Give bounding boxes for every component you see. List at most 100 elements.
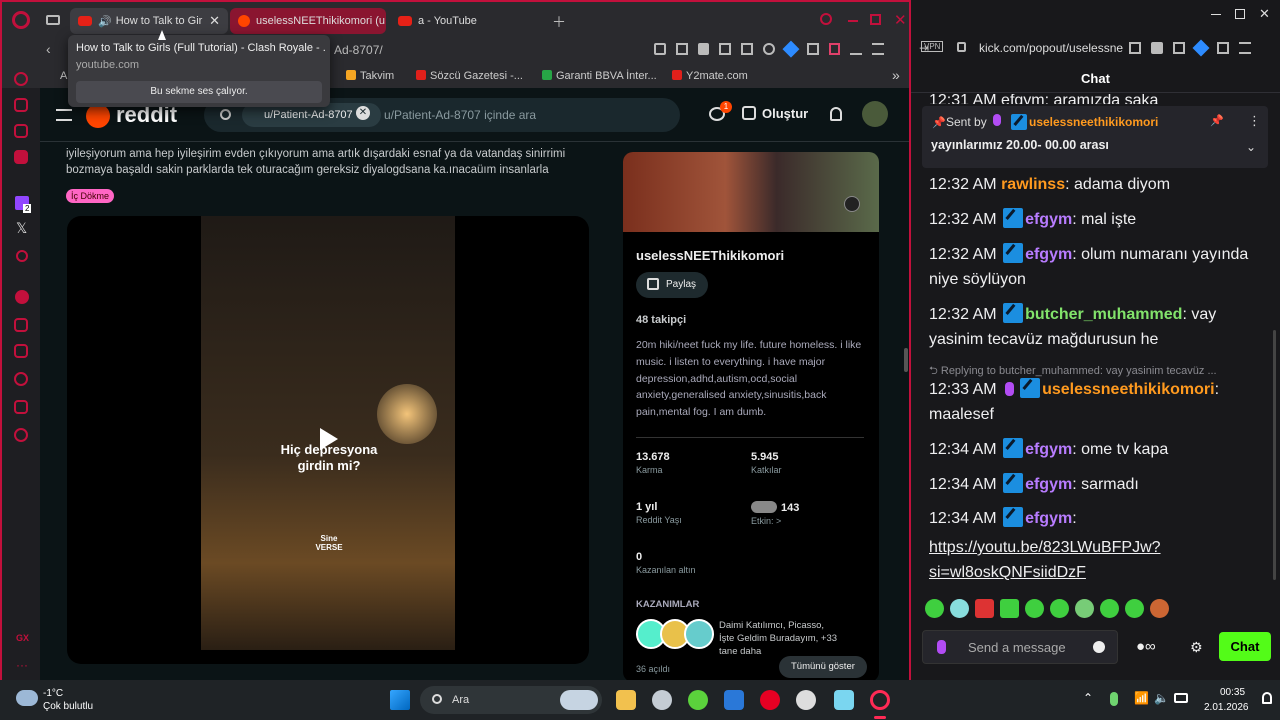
scrollbar[interactable] [904,348,908,372]
weather-temp[interactable]: -1°C [43,688,63,699]
mic-icon[interactable] [937,640,946,654]
bookmark-a[interactable]: A [60,70,67,82]
snapshot-icon[interactable] [675,43,688,55]
opera-logo[interactable] [12,11,30,29]
chat-send-button[interactable]: Chat [1219,632,1271,661]
file-explorer-icon[interactable] [616,690,636,710]
tab-youtube-2[interactable]: a - YouTube [390,8,540,34]
close-window-button[interactable]: ✕ [1259,6,1270,22]
bookmark-y2mate[interactable]: Y2mate.com [672,70,748,82]
avatar[interactable] [862,101,888,127]
new-tab-button[interactable]: ＋ [552,12,566,32]
shield-icon[interactable] [697,43,710,55]
notifications-icon[interactable] [1262,692,1272,704]
video-player[interactable]: Hiç depresyona girdin mi? Sine VERSE [67,216,589,664]
shield-icon[interactable] [1151,42,1163,54]
more-icon[interactable]: ··· [16,658,28,672]
play-icon[interactable] [1173,42,1185,54]
start-button[interactable] [390,690,410,710]
pin-sidebar-icon[interactable] [14,344,28,358]
history-icon[interactable] [14,372,28,386]
search-tabs-icon[interactable] [820,13,832,25]
chat-message[interactable]: 12:34 AM efgym: https://youtu.be/823LWuB… [929,506,1259,585]
wallet-sidebar-icon[interactable] [14,318,28,332]
followers-count[interactable]: 48 takipçi [636,314,686,326]
weather-desc[interactable]: Çok bulutlu [43,701,93,712]
chat-message[interactable]: 12:32 AM efgym: mal işte [929,207,1259,232]
clock-date[interactable]: 2.01.2026 [1204,702,1249,713]
chat-message[interactable]: 12:34 AM efgym: ome tv kapa [929,437,1259,462]
extensions-puzzle-icon[interactable] [14,400,28,414]
emote-icon[interactable] [1150,599,1169,618]
points-icon[interactable]: ●∞ [1136,638,1156,655]
tab-youtube-active[interactable]: 🔊 How to Talk to Girls ✕ [70,8,228,34]
pinterest-icon[interactable] [760,690,780,710]
show-all-button[interactable]: Tümünü göster [779,656,867,678]
chrome-icon[interactable] [796,690,816,710]
vpn-badge[interactable]: VPN [921,41,944,52]
x-icon[interactable]: 𝕏 [16,220,27,237]
translate-icon[interactable] [1129,42,1141,54]
speed-dial-icon[interactable] [14,72,28,86]
achievement-badges[interactable] [636,619,716,649]
message-link[interactable]: si=wl8oskQNFsiidDzF [929,560,1259,585]
more-bookmarks-icon[interactable]: » [892,67,900,83]
address-text[interactable]: Ad-8707/ [334,43,383,57]
expand-icon[interactable]: ⌄ [1246,140,1256,154]
message-user[interactable]: efgym [1025,246,1072,263]
chat-message[interactable]: 12:33 AM uselessneethikikomori: maalesef [929,377,1259,427]
opera-gx-icon[interactable] [870,690,890,710]
weather-icon[interactable] [16,690,38,706]
spotify-icon[interactable] [15,290,29,304]
close-tab-icon[interactable]: ✕ [209,13,220,29]
emote-icon[interactable] [1125,599,1144,618]
wifi-icon[interactable]: 📶 [1134,691,1149,705]
emote-icon[interactable] [1075,599,1094,618]
message-user[interactable]: butcher_muhammed [1025,306,1182,323]
extensions-icon[interactable] [1217,42,1229,54]
tab-reddit[interactable]: uselessNEEThikikomori (u [230,8,386,34]
diamond-icon[interactable] [782,40,800,58]
steam-icon[interactable] [652,690,672,710]
tray-overflow-icon[interactable]: ⌃ [1083,691,1093,705]
mail-icon[interactable] [724,690,744,710]
gx-icon[interactable]: GX [16,633,29,643]
pinned-message[interactable]: 📌 Sent by uselessneethikikomori 📌 ⋮ yayı… [922,106,1268,168]
game-app-icon[interactable] [688,690,708,710]
create-button[interactable]: Oluştur [742,106,808,121]
volume-icon[interactable]: 🔈 [1154,691,1169,705]
opera-small-icon[interactable] [16,250,28,262]
emote-icon[interactable] [975,599,994,618]
bookmark-garanti[interactable]: Garanti BBVA İnter... [542,70,657,82]
settings-icon[interactable]: ⚙ [1190,639,1203,656]
message-user[interactable]: efgym [1025,441,1072,458]
bookmark-sozcu[interactable]: Sözcü Gazetesi -... [416,70,523,82]
reddit-logo-icon[interactable] [86,104,110,128]
minimize-button[interactable] [1211,14,1221,15]
extensions-icon[interactable] [806,43,819,55]
back-icon[interactable]: ‹ [46,41,51,57]
clear-chip-icon[interactable]: ✕ [356,106,370,120]
heart-icon[interactable] [763,43,775,55]
close-window-button[interactable]: ✕ [894,11,907,29]
emote-icon[interactable] [1050,599,1069,618]
post-flair[interactable]: İç Dökme [66,189,115,203]
minimize-button[interactable] [848,20,858,22]
tab-menu-icon[interactable] [46,15,60,25]
aria-icon[interactable] [14,124,28,138]
more-options-icon[interactable]: ⋮ [1248,113,1261,129]
translate-icon[interactable] [719,43,732,55]
kick-url[interactable]: kick.com/popout/uselessne [979,41,1123,55]
maximize-button[interactable] [870,14,881,25]
emote-icon[interactable] [950,599,969,618]
bookmark-takvim[interactable]: Takvim [346,70,394,82]
hamburger-icon[interactable] [56,109,72,121]
menu-icon[interactable] [1239,42,1251,54]
download-icon[interactable] [850,43,863,55]
chat-message[interactable]: 12:32 AM efgym: olum numaranı yayında ni… [929,242,1259,292]
active-in-stat[interactable]: 143 Etkin: > [751,501,799,526]
speaker-icon[interactable]: 🔊 [98,15,112,28]
message-user[interactable]: uselessneethikikomori [1042,381,1215,398]
maximize-button[interactable] [1235,9,1245,19]
emote-icon[interactable] [1100,599,1119,618]
